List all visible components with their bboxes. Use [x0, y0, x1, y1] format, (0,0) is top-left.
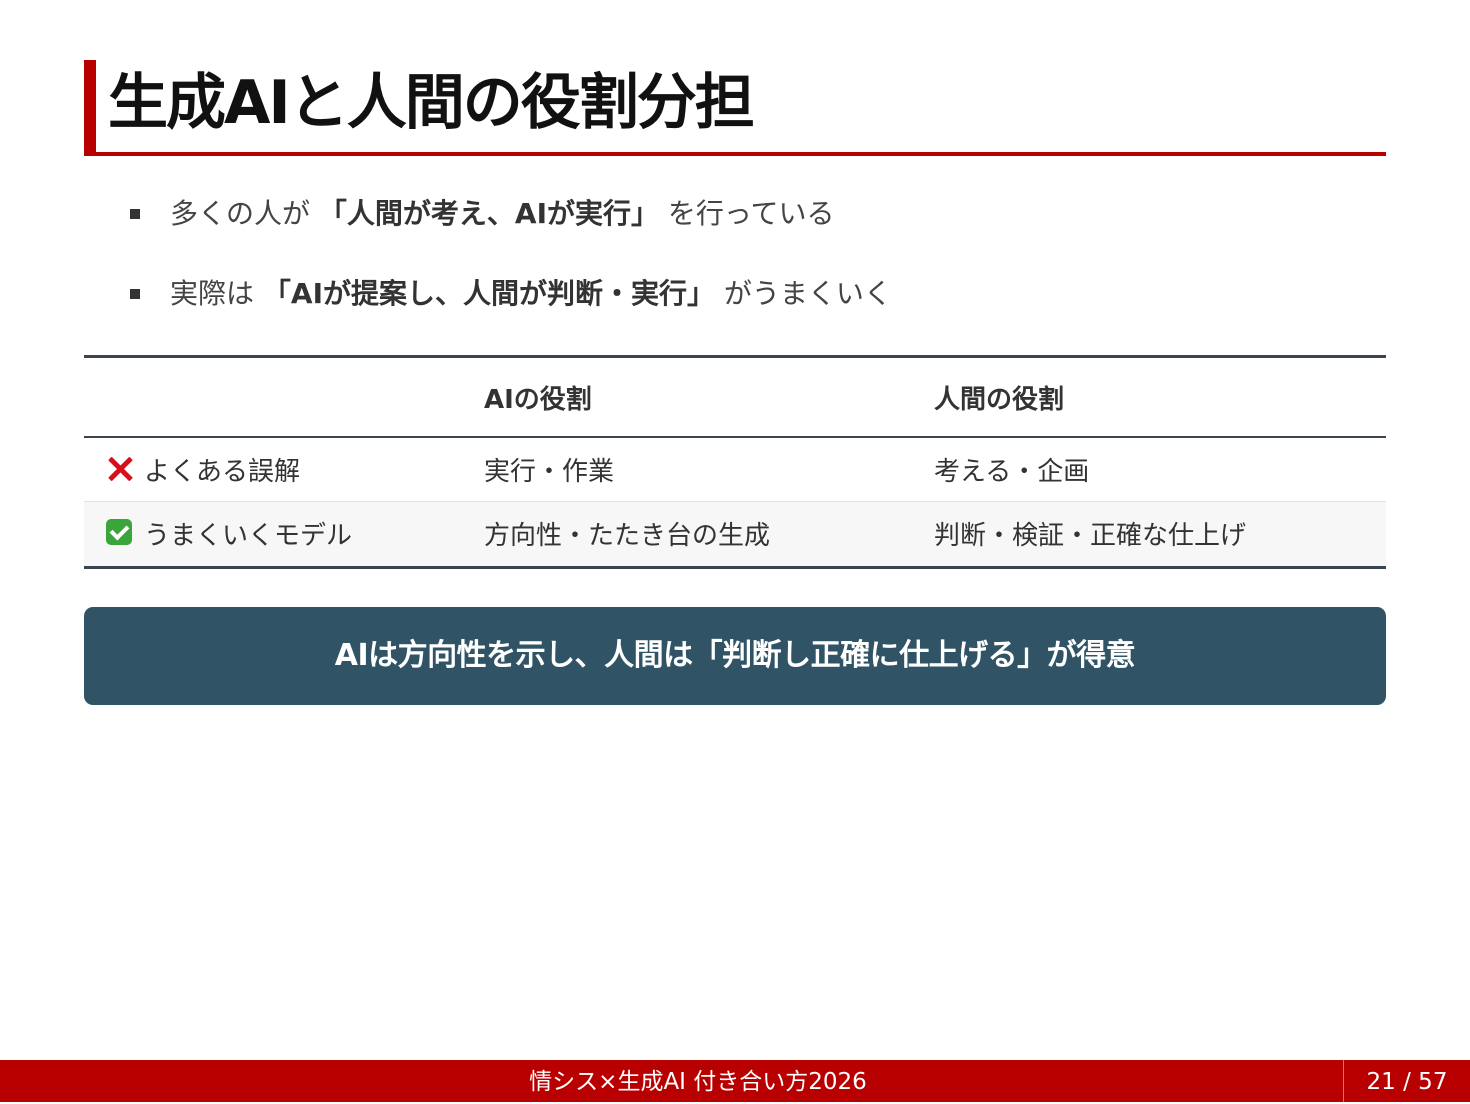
bullet-emphasis: 「AIが提案し、人間が判断・実行」: [262, 277, 715, 310]
row-label: よくある誤解: [144, 456, 301, 487]
square-bullet-icon: [130, 209, 140, 219]
table-row: うまくいくモデル 方向性・たたき台の生成 判断・検証・正確な仕上げ: [84, 501, 1386, 567]
human-role-cell: 判断・検証・正確な仕上げ: [934, 521, 1247, 551]
footer-title: 情シス×生成AI 付き合い方2026: [529, 1069, 867, 1095]
bullet-text: を行っている: [659, 197, 835, 230]
row-label-cell: うまくいくモデル: [84, 501, 484, 567]
header-blank: [84, 357, 484, 438]
cross-mark-icon: [106, 455, 134, 483]
bullet-item: 多くの人が 「人間が考え、AIが実行」 を行っている: [128, 184, 892, 244]
square-bullet-icon: [130, 289, 140, 299]
role-table: AIの役割 人間の役割 よくある誤解 実行・作業 考える・企画 うまくいくモデル…: [84, 355, 1386, 569]
row-label-cell: よくある誤解: [84, 437, 484, 501]
bullet-text: がうまくいく: [715, 277, 892, 310]
header-ai-role: AIの役割: [484, 384, 592, 415]
row-label: うまくいくモデル: [144, 521, 353, 551]
bullet-emphasis: 「人間が考え、AIが実行」: [318, 197, 659, 230]
table-row: よくある誤解 実行・作業 考える・企画: [84, 437, 1386, 501]
summary-callout: AIは方向性を示し、人間は「判断し正確に仕上げる」が得意: [84, 607, 1386, 705]
slide-title: 生成AIと人間の役割分担: [84, 60, 1386, 156]
table-header-row: AIの役割 人間の役割: [84, 356, 1386, 438]
page-title: 生成AIと人間の役割分担: [108, 68, 755, 138]
ai-role-cell: 実行・作業: [484, 456, 615, 487]
bullet-text: 実際は: [170, 277, 263, 310]
ai-role-cell: 方向性・たたき台の生成: [484, 521, 771, 551]
check-box-icon: [106, 518, 132, 545]
bullet-text: 多くの人が: [170, 197, 319, 230]
bullet-list: 多くの人が 「人間が考え、AIが実行」 を行っている 実際は 「AIが提案し、人…: [128, 184, 892, 344]
bullet-item: 実際は 「AIが提案し、人間が判断・実行」 がうまくいく: [128, 264, 892, 324]
page-number: 21 / 57: [1343, 1060, 1470, 1102]
human-role-cell: 考える・企画: [934, 456, 1090, 487]
header-human-role: 人間の役割: [934, 384, 1065, 415]
footer-bar: 情シス×生成AI 付き合い方2026 21 / 57: [0, 1060, 1470, 1102]
